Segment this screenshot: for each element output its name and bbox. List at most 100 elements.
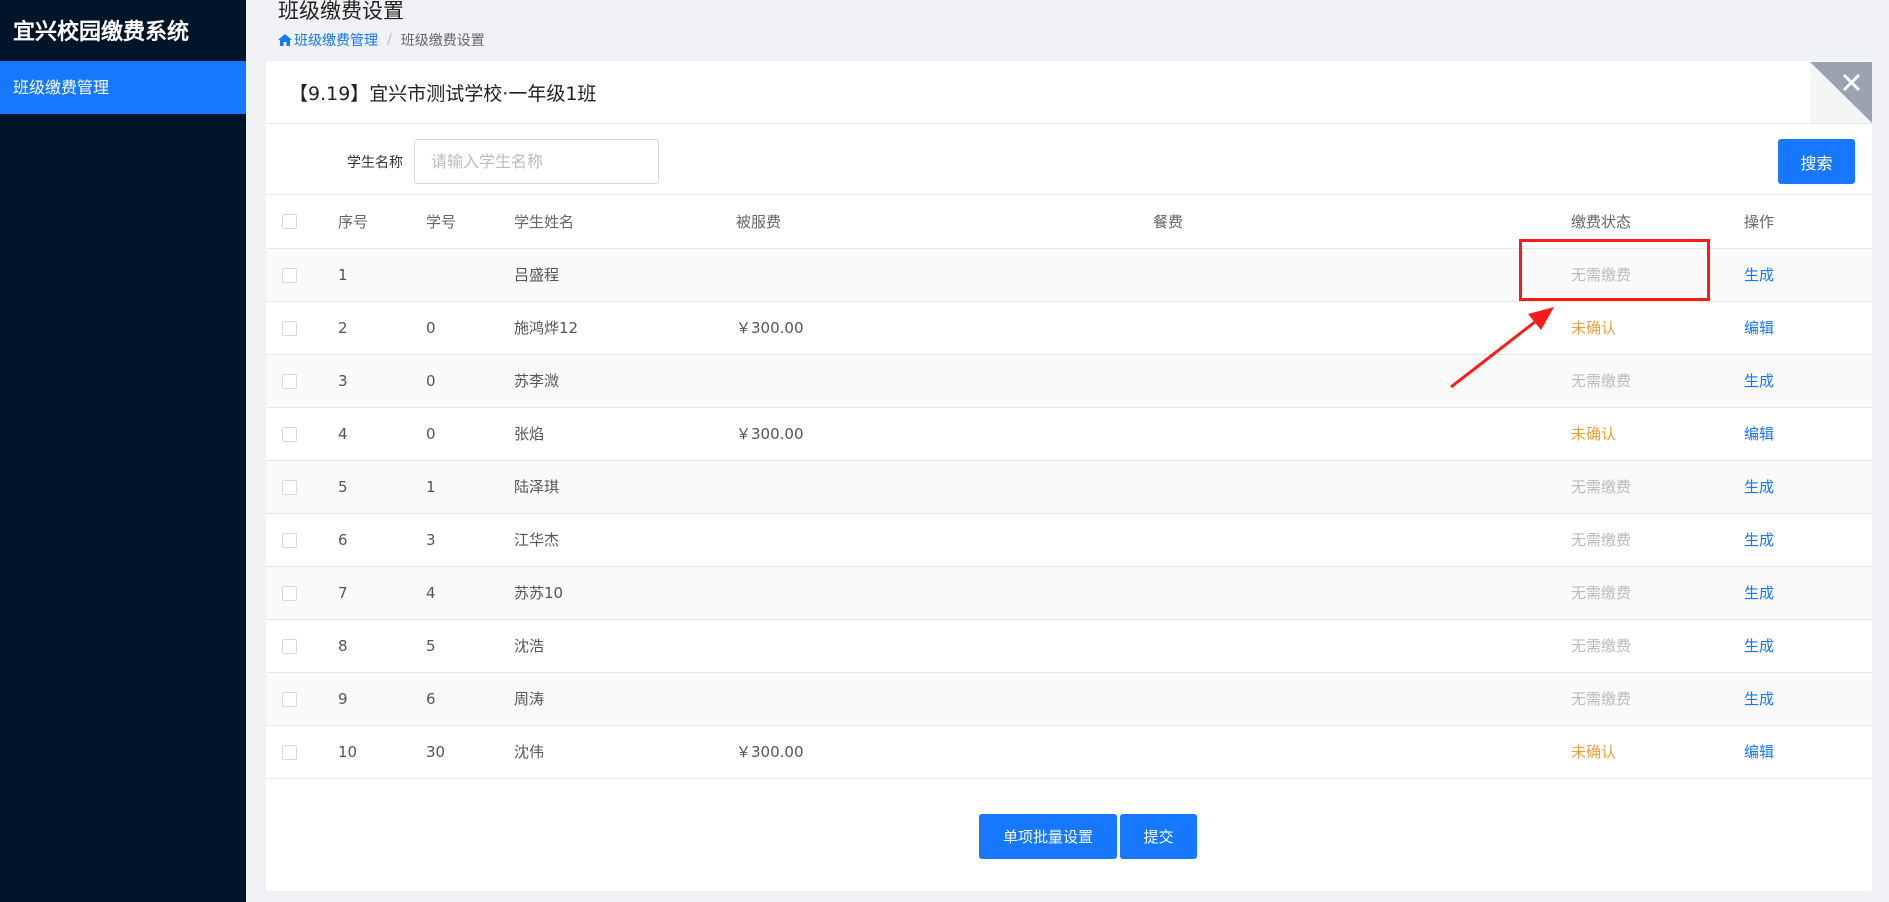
status-text: 无需缴费 [1571,266,1632,284]
cell-uniform-fee [736,354,1153,408]
status-text: 无需缴费 [1571,584,1632,602]
cell-no: 2 [338,301,426,355]
breadcrumb-link[interactable]: 班级缴费管理 [278,30,378,50]
cell-operation: 编辑 [1744,407,1872,461]
cell-student-id: 0 [426,354,514,408]
table-row: 6 3 江华杰 无需缴费 生成 [266,513,1872,567]
cell-student-id: 0 [426,407,514,461]
row-checkbox[interactable] [282,638,297,654]
row-checkbox[interactable] [282,744,297,760]
row-checkbox-cell [266,672,338,726]
column-header-name: 学生姓名 [514,195,736,249]
status-text: 无需缴费 [1571,372,1632,390]
cell-operation: 生成 [1744,566,1872,620]
cell-uniform-fee: ￥300.00 [736,301,1153,355]
main-content: 班级缴费设置 班级缴费管理 / 班级缴费设置 【9.19】宜兴市测试学校·一年级… [246,0,1889,902]
generate-link[interactable]: 生成 [1744,690,1774,708]
cell-no: 9 [338,672,426,726]
table-row: 3 0 苏李溦 无需缴费 生成 [266,354,1872,408]
batch-setting-button[interactable]: 单项批量设置 [979,814,1117,859]
cell-student-name: 沈浩 [514,619,736,673]
row-checkbox[interactable] [282,691,297,707]
cell-operation: 生成 [1744,460,1872,514]
cell-status: 未确认 [1571,725,1744,779]
table-row: 4 0 张焰 ￥300.00 未确认 编辑 [266,407,1872,461]
cell-status: 无需缴费 [1571,566,1744,620]
generate-link[interactable]: 生成 [1744,531,1774,549]
cell-status: 未确认 [1571,407,1744,461]
cell-uniform-fee [736,672,1153,726]
cell-operation: 编辑 [1744,725,1872,779]
table-row: 5 1 陆泽琪 无需缴费 生成 [266,460,1872,514]
generate-link[interactable]: 生成 [1744,266,1774,284]
search-input[interactable] [414,139,659,184]
table-row: 7 4 苏苏10 无需缴费 生成 [266,566,1872,620]
generate-link[interactable]: 生成 [1744,478,1774,496]
page-title: 班级缴费设置 [278,0,404,23]
cell-student-id: 30 [426,725,514,779]
cell-uniform-fee [736,460,1153,514]
cell-student-id: 1 [426,460,514,514]
generate-link[interactable]: 生成 [1744,372,1774,390]
search-label: 学生名称 [347,155,403,171]
cell-uniform-fee: ￥300.00 [736,725,1153,779]
status-text: 未确认 [1571,319,1617,337]
status-text: 未确认 [1571,425,1617,443]
cell-meal-fee [1153,301,1571,355]
cell-student-name: 江华杰 [514,513,736,567]
row-checkbox[interactable] [282,479,297,495]
row-checkbox-cell [266,725,338,779]
breadcrumb: 班级缴费管理 / 班级缴费设置 [278,30,485,50]
breadcrumb-separator: / [387,32,392,48]
cell-operation: 生成 [1744,248,1872,302]
edit-link[interactable]: 编辑 [1744,425,1774,443]
cell-student-name: 苏苏10 [514,566,736,620]
close-button[interactable] [1810,62,1872,123]
row-checkbox-cell [266,354,338,408]
generate-link[interactable]: 生成 [1744,637,1774,655]
edit-link[interactable]: 编辑 [1744,743,1774,761]
cell-operation: 编辑 [1744,301,1872,355]
cell-status: 无需缴费 [1571,513,1744,567]
cell-student-name: 陆泽琪 [514,460,736,514]
search-button[interactable]: 搜索 [1778,139,1855,184]
submit-button[interactable]: 提交 [1120,814,1197,859]
row-checkbox[interactable] [282,320,297,336]
row-checkbox-cell [266,566,338,620]
edit-link[interactable]: 编辑 [1744,319,1774,337]
cell-student-name: 吕盛程 [514,248,736,302]
status-text: 未确认 [1571,743,1617,761]
row-checkbox-cell [266,460,338,514]
column-header-status: 缴费状态 [1571,195,1744,249]
cell-no: 8 [338,619,426,673]
row-checkbox[interactable] [282,532,297,548]
cell-uniform-fee [736,248,1153,302]
cell-status: 未确认 [1571,301,1744,355]
row-checkbox[interactable] [282,426,297,442]
row-checkbox-cell [266,619,338,673]
row-checkbox-cell [266,248,338,302]
cell-student-name: 沈伟 [514,725,736,779]
table-row: 8 5 沈浩 无需缴费 生成 [266,619,1872,673]
table-row: 10 30 沈伟 ￥300.00 未确认 编辑 [266,725,1872,779]
cell-meal-fee [1153,248,1571,302]
row-checkbox-cell [266,407,338,461]
cell-status: 无需缴费 [1571,460,1744,514]
cell-no: 7 [338,566,426,620]
cell-meal-fee [1153,672,1571,726]
cell-no: 6 [338,513,426,567]
row-checkbox[interactable] [282,267,297,283]
status-text: 无需缴费 [1571,478,1632,496]
row-checkbox[interactable] [282,585,297,601]
row-checkbox[interactable] [282,373,297,389]
cell-operation: 生成 [1744,619,1872,673]
cell-operation: 生成 [1744,513,1872,567]
cell-student-id: 0 [426,301,514,355]
app-brand: 宜兴校园缴费系统 [13,20,190,45]
cell-student-id [426,248,514,302]
select-all-checkbox[interactable] [282,214,297,230]
generate-link[interactable]: 生成 [1744,584,1774,602]
sidebar-item-class-payment[interactable]: 班级缴费管理 [0,61,246,114]
cell-meal-fee [1153,354,1571,408]
search-bar: 学生名称 搜索 [266,124,1872,195]
